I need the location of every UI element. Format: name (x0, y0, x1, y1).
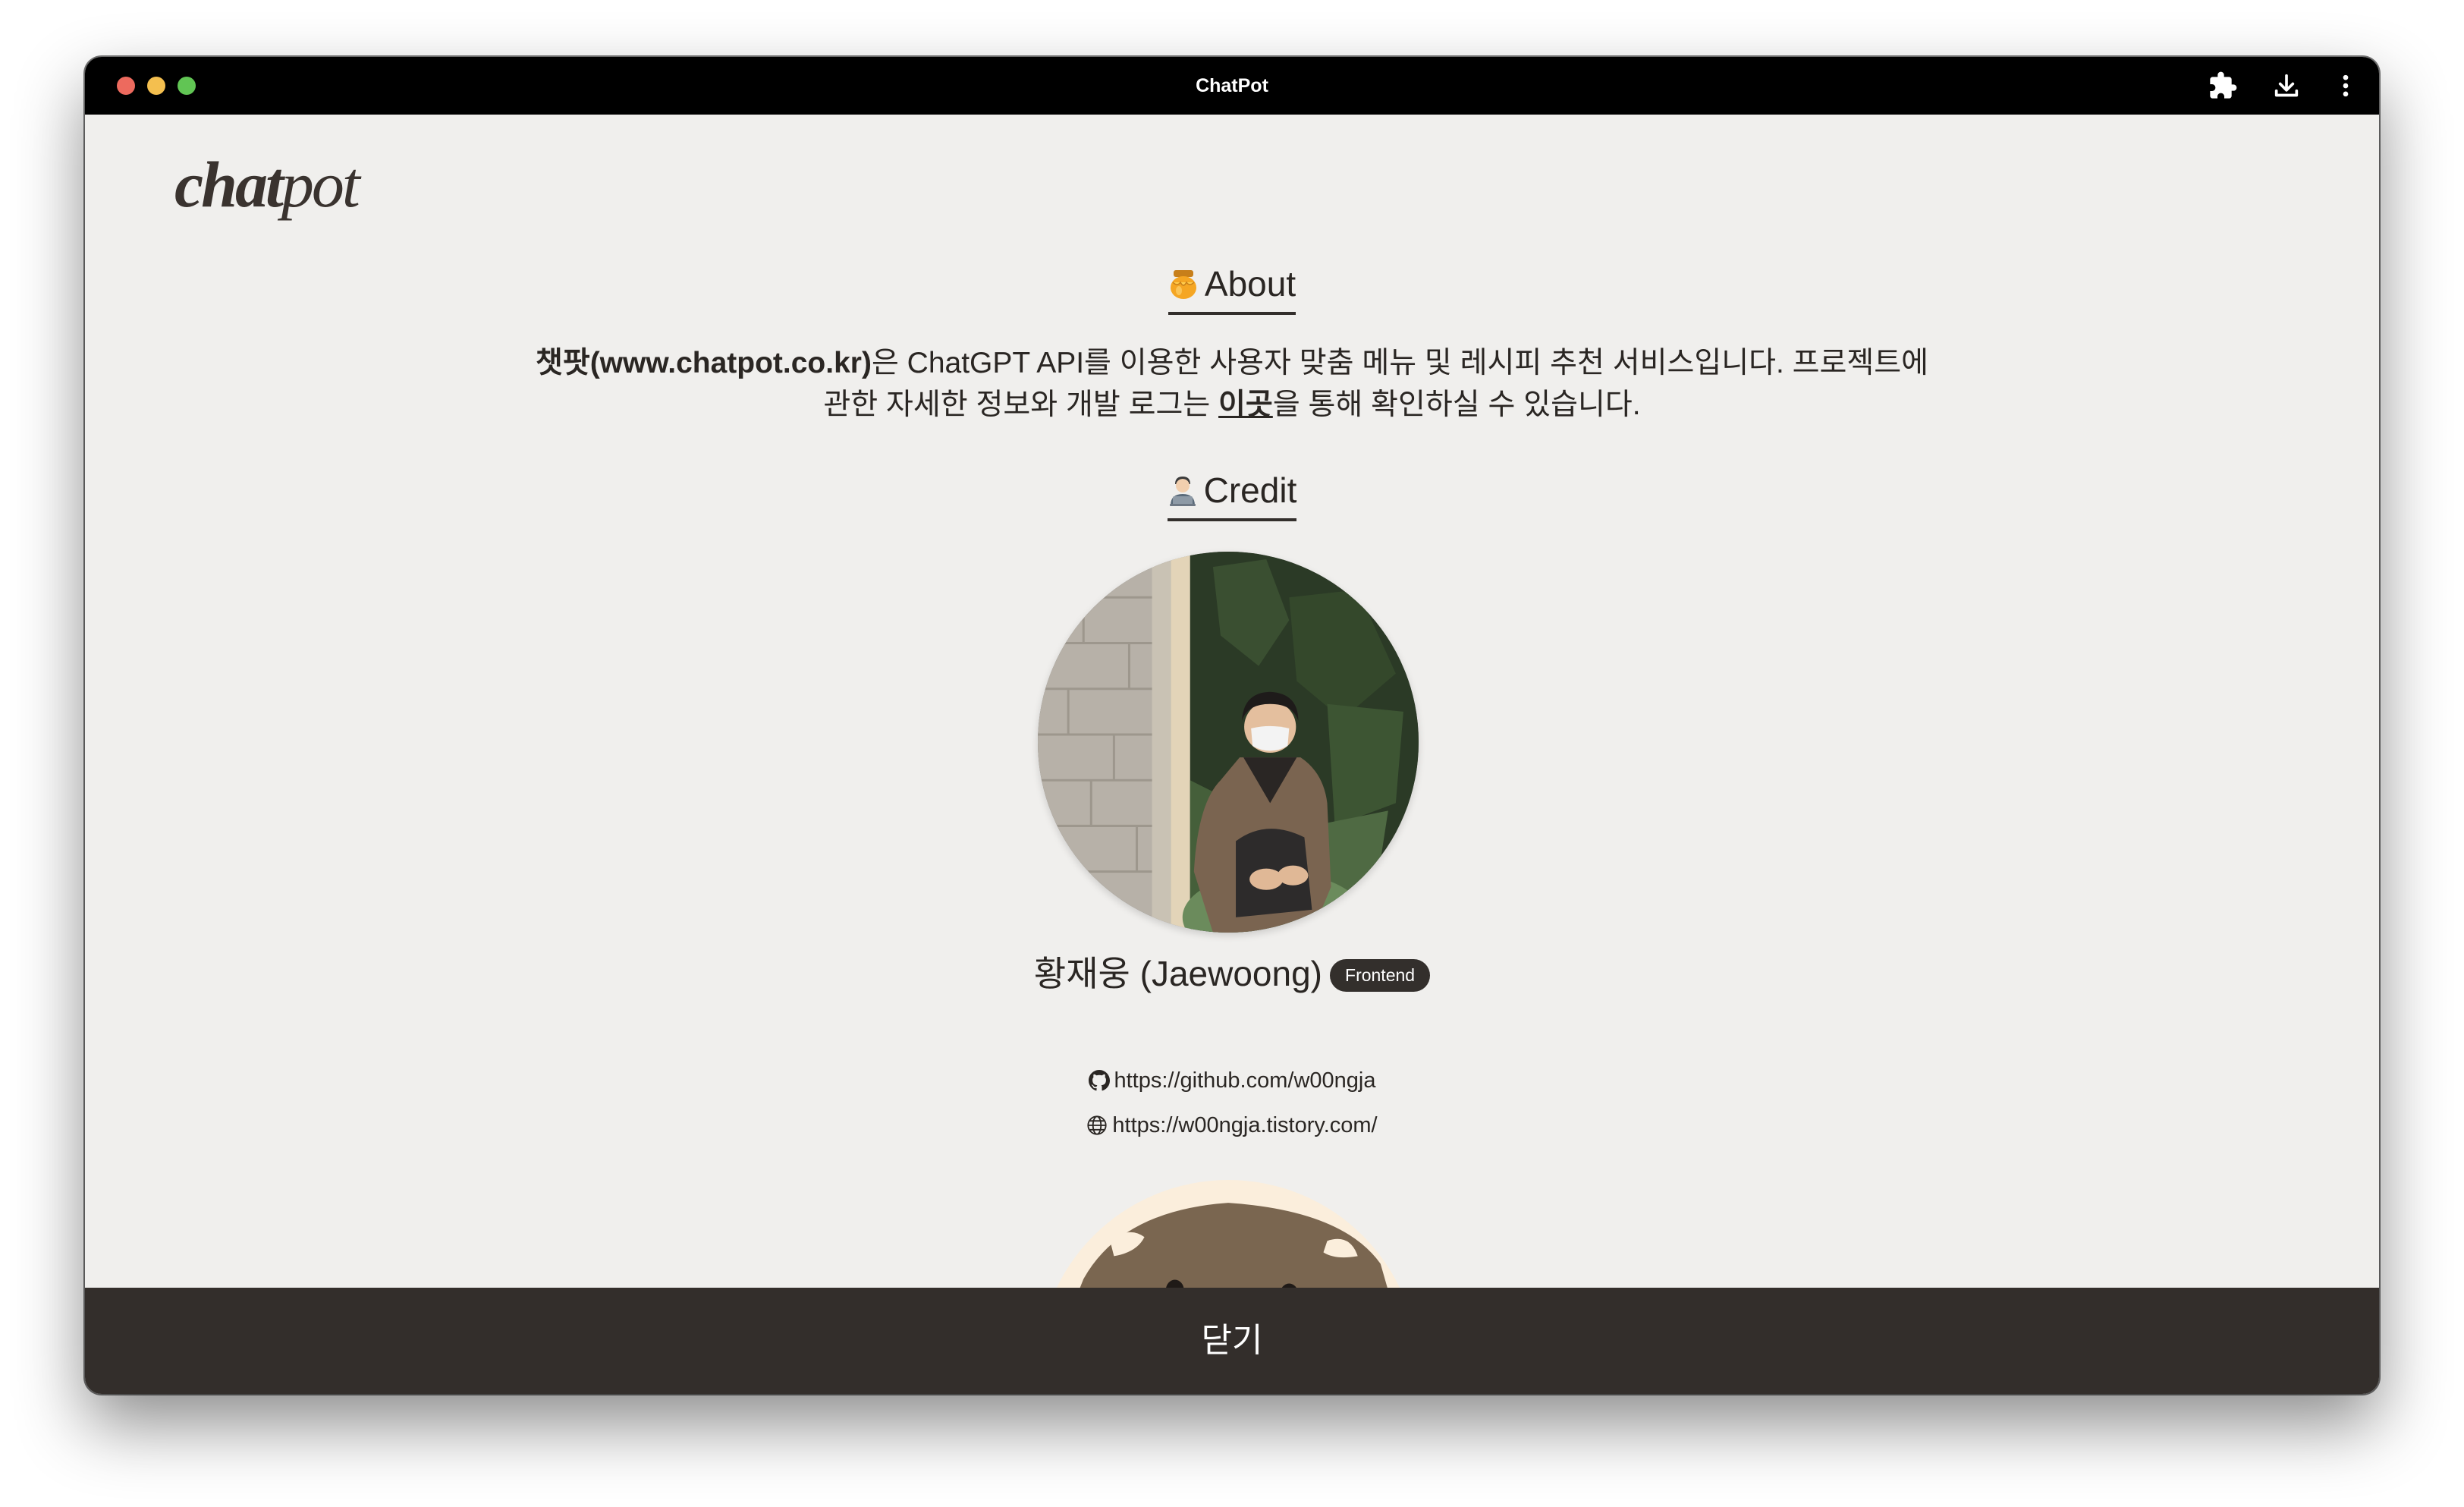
about-description: 챗팟(www.chatpot.co.kr)은 ChatGPT API를 이용한 … (510, 342, 1954, 426)
more-vertical-icon[interactable] (2330, 71, 2361, 101)
github-link[interactable]: https://github.com/w00ngja (1114, 1068, 1376, 1093)
brand-name: 챗팟(www.chatpot.co.kr) (535, 347, 872, 379)
project-info-link[interactable]: 이곳 (1218, 389, 1273, 421)
role-badge: Frontend (1330, 959, 1431, 992)
app-window: ChatPot chatpot About 챗팟(www.chatpot.co.… (85, 57, 2379, 1394)
puzzle-icon[interactable] (2208, 71, 2238, 101)
blog-link-row[interactable]: https://w00ngja.tistory.com/ (85, 1113, 2379, 1138)
blog-link[interactable]: https://w00ngja.tistory.com/ (1112, 1113, 1377, 1137)
window-title: ChatPot (1196, 75, 1268, 96)
about-line2-pre: 관한 자세한 정보와 개발 로그는 (823, 389, 1219, 421)
about-heading-text: About (1204, 264, 1296, 304)
about-heading: About (85, 263, 2379, 315)
globe-icon (1086, 1115, 1108, 1136)
member-name: 황재웅 (Jaewoong) (1033, 954, 1323, 993)
credit-heading-text: Credit (1203, 470, 1297, 510)
github-link-row[interactable]: https://github.com/w00ngja (85, 1068, 2379, 1093)
about-line1: 은 ChatGPT API를 이용한 사용자 맞춤 메뉴 및 레시피 추천 서비… (871, 347, 1929, 379)
member-avatar (1038, 552, 1419, 933)
technologist-icon (1168, 473, 1198, 515)
download-icon[interactable] (2271, 71, 2302, 101)
github-icon (1088, 1070, 1110, 1091)
credit-heading: Credit (85, 470, 2379, 521)
about-line2-post: 을 통해 확인하실 수 있습니다. (1272, 389, 1641, 421)
chatpot-logo[interactable]: chatpot (174, 146, 360, 222)
close-button[interactable]: 닫기 (85, 1288, 2379, 1394)
member-name-row: 황재웅 (Jaewoong) Frontend (85, 946, 2379, 996)
logo-bold-part: chat (174, 148, 284, 221)
honey-pot-icon (1168, 267, 1199, 309)
logo-light-part: pot (281, 148, 360, 221)
title-bar: ChatPot (85, 57, 2379, 115)
